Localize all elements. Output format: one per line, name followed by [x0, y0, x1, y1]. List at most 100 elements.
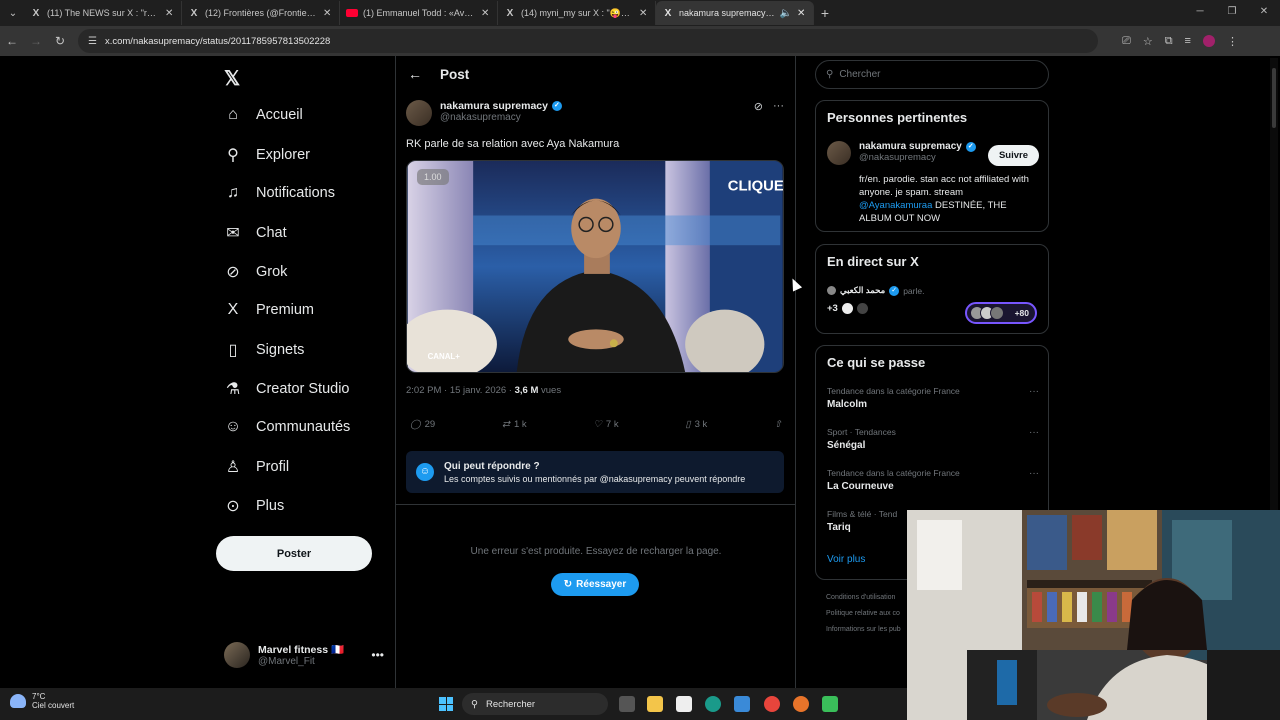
weather-widget[interactable]: 7°C Ciel couvert — [10, 692, 74, 710]
close-icon[interactable]: ✕ — [797, 8, 807, 19]
media-icon[interactable]: ≡ — [1185, 35, 1191, 48]
post-author: nakamura supremacy ✓ @nakasupremacy ⊘ ··· — [406, 100, 786, 126]
app-icon[interactable] — [822, 696, 838, 712]
grok-icon[interactable]: ⊘ — [754, 100, 763, 113]
grok-icon: ⊘ — [226, 264, 240, 281]
bookmark-button[interactable]: ▯ 3 k — [685, 419, 707, 430]
window-controls: ─ ❐ ✕ — [1184, 0, 1280, 24]
trend-item[interactable]: Tendance dans la catégorie France Malcol… — [827, 386, 1039, 410]
post-actions: ◯ 29 ⇄ 1 k ♡ 7 k ▯ 3 k ⇧ — [410, 419, 782, 430]
edge-icon[interactable] — [705, 696, 721, 712]
close-icon[interactable]: ✕ — [165, 8, 175, 19]
minimize-icon[interactable]: ─ — [1184, 0, 1216, 24]
browser-tab[interactable]: X (11) The NEWS sur X : "ra😭 Na ✕ — [24, 1, 182, 25]
new-tab-button[interactable]: + — [814, 5, 836, 21]
browser-tab-active[interactable]: X nakamura supremacy sur X 🔈 ✕ — [656, 1, 814, 25]
search-input[interactable]: ⚲ Chercher — [815, 60, 1049, 89]
nav-item-more[interactable]: ⊙ Plus — [224, 496, 284, 516]
post-time[interactable]: 2:02 PM · 15 janv. 2026 · — [406, 385, 515, 396]
store-icon[interactable] — [734, 696, 750, 712]
speaker-icon[interactable]: 🔈 — [780, 8, 792, 19]
see-more-link[interactable]: Voir plus — [827, 554, 865, 565]
live-host[interactable]: محمد الكعبي ✓ parle. — [827, 285, 924, 296]
windows-start-icon[interactable] — [439, 697, 453, 711]
nav-item-grok[interactable]: ⊘ Grok — [224, 262, 287, 282]
avatar[interactable] — [406, 100, 432, 126]
menu-icon[interactable]: ⋮ — [1227, 35, 1238, 48]
extensions-icon[interactable]: ⧉ — [1165, 35, 1173, 48]
nav-item-chat[interactable]: ✉ Chat — [224, 223, 286, 243]
nav-item-profile[interactable]: ♙ Profil — [224, 457, 289, 477]
back-arrow-icon[interactable]: ← — [408, 66, 422, 82]
account-switcher[interactable]: Marvel fitness 🇫🇷 @Marvel_Fit ••• — [224, 642, 384, 668]
profile-avatar[interactable] — [1202, 34, 1215, 47]
like-button[interactable]: ♡ 7 k — [593, 419, 618, 430]
nav-label: Premium — [256, 302, 315, 318]
nav-item-bookmarks[interactable]: ▯ Signets — [224, 340, 305, 360]
relevant-person[interactable]: nakamura supremacy ✓ @nakasupremacy Suivr… — [827, 141, 1039, 166]
retry-button[interactable]: ↻ Réessayer — [551, 573, 639, 596]
close-icon[interactable]: ✕ — [323, 8, 333, 19]
site-info-icon[interactable]: ☰ — [88, 36, 97, 47]
playback-speed-badge[interactable]: 1.00 — [417, 169, 449, 185]
nav-item-communities[interactable]: ☺ Communautés — [224, 418, 350, 436]
footer-link[interactable]: Politique relative aux co — [826, 606, 901, 622]
weather-temp: 7°C — [32, 692, 46, 701]
live-listeners-pill[interactable]: +80 — [965, 302, 1037, 324]
browser-tab[interactable]: X (12) Frontières (@Frontieresme ✕ — [182, 1, 340, 25]
video-player[interactable]: CLIQUE CANAL+ 1.00 — [406, 160, 784, 373]
close-window-icon[interactable]: ✕ — [1248, 0, 1280, 24]
task-view-icon[interactable] — [619, 696, 635, 712]
repost-icon: ⇄ — [501, 419, 510, 430]
follow-button[interactable]: Suivre — [987, 145, 1039, 166]
share-button[interactable]: ⇧ — [774, 419, 782, 430]
nav-item-premium[interactable]: X Premium — [224, 301, 314, 319]
firefox-icon[interactable] — [793, 696, 809, 712]
star-icon[interactable]: ☆ — [1143, 35, 1153, 48]
maximize-icon[interactable]: ❐ — [1216, 0, 1248, 24]
avatar — [856, 303, 868, 314]
x-logo-icon[interactable]: 𝕏 — [224, 66, 240, 91]
more-icon[interactable]: ··· — [1029, 386, 1039, 397]
close-icon[interactable]: ✕ — [481, 8, 491, 19]
more-icon[interactable]: ··· — [773, 100, 784, 113]
nav-item-home[interactable]: ⌂ Accueil — [224, 106, 303, 124]
more-icon[interactable]: ··· — [1029, 427, 1039, 438]
taskbar-search[interactable]: ⚲ Rechercher — [462, 693, 608, 715]
scrollbar-thumb[interactable] — [1272, 68, 1276, 128]
youtube-icon — [346, 9, 358, 17]
notepad-icon[interactable] — [676, 696, 692, 712]
trend-item[interactable]: Sport · Tendances Sénégal ··· — [827, 427, 1039, 451]
author-handle[interactable]: @nakasupremacy — [440, 112, 562, 123]
browser-tab[interactable]: X (14) myni_my sur X : "😜😂😡 I ✕ — [498, 1, 656, 25]
browser-tab[interactable]: (1) Emmanuel Todd : «Avec le C ✕ — [340, 1, 498, 25]
close-icon[interactable]: ✕ — [639, 8, 649, 19]
tab-search-icon[interactable]: ⌄ — [2, 2, 24, 24]
repost-button[interactable]: ⇄ 1 k — [502, 419, 527, 430]
install-icon[interactable]: ⎚ — [1122, 35, 1131, 48]
verified-icon: ✓ — [965, 141, 976, 152]
url-field[interactable]: ☰ x.com/nakasupremacy/status/20117859578… — [78, 29, 1098, 53]
nav-item-creator-studio[interactable]: ⚗ Creator Studio — [224, 379, 350, 399]
bio-mention-link[interactable]: @Ayanakamuraa — [859, 200, 932, 211]
forward-icon[interactable]: → — [24, 34, 48, 48]
trend-item[interactable]: Tendance dans la catégorie France La Cou… — [827, 468, 1039, 492]
file-explorer-icon[interactable] — [647, 696, 663, 712]
x-logo-icon: X — [664, 7, 672, 19]
avatar[interactable] — [827, 141, 851, 165]
nav-item-explore[interactable]: ⚲ Explorer — [224, 145, 310, 165]
listener-avatars — [970, 306, 1004, 320]
back-icon[interactable]: ← — [0, 34, 24, 48]
post-button[interactable]: Poster — [216, 536, 372, 571]
x-premium-icon: X — [227, 301, 239, 318]
reload-icon[interactable]: ↻ — [48, 34, 72, 48]
reply-button[interactable]: ◯ 29 — [410, 419, 435, 430]
nav-item-notifications[interactable]: ♫ Notifications — [224, 184, 335, 202]
more-icon[interactable]: ··· — [1029, 468, 1039, 479]
footer-link[interactable]: Informations sur les pub — [826, 622, 901, 638]
more-icon[interactable]: ••• — [371, 648, 384, 662]
author-name-row[interactable]: nakamura supremacy ✓ — [440, 100, 562, 112]
chrome-icon[interactable] — [764, 696, 780, 712]
verified-icon: ✓ — [551, 101, 562, 111]
footer-link[interactable]: Conditions d'utilisation — [826, 590, 901, 606]
